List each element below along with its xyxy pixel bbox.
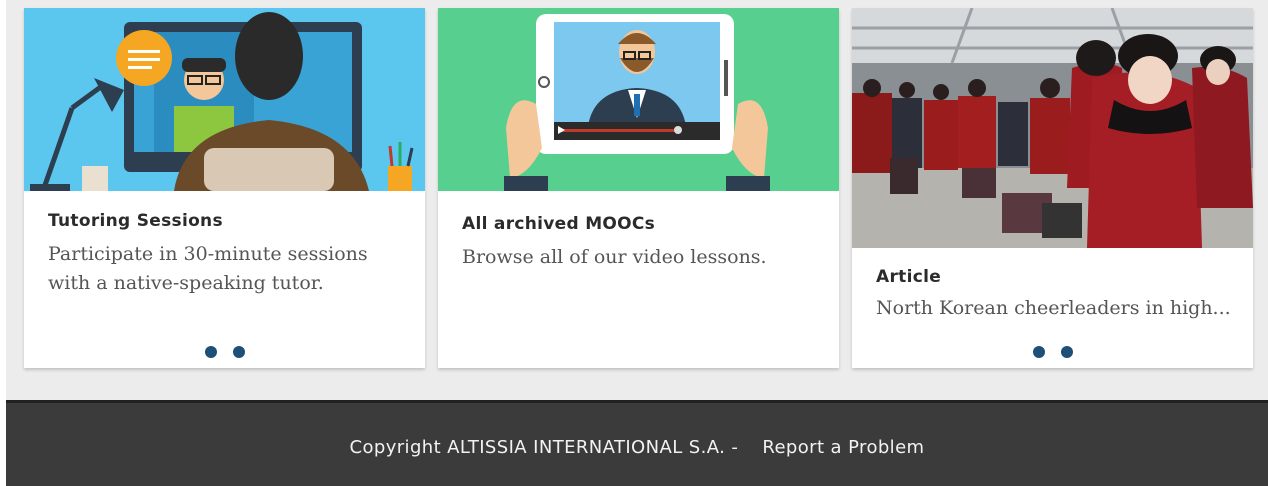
- footer-text: Copyright ALTISSIA INTERNATIONAL S.A. - …: [6, 437, 1268, 458]
- card-description: Participate in 30-minute sessions with a…: [48, 243, 368, 294]
- card-title: Tutoring Sessions: [48, 211, 223, 231]
- card-description: North Korean cheerleaders in high...: [876, 297, 1231, 319]
- tutoring-sessions-card[interactable]: Tutoring Sessions Participate in 30-minu…: [24, 8, 425, 368]
- card-title: Article: [876, 267, 942, 287]
- carousel-dot[interactable]: [204, 346, 217, 358]
- card-title: All archived MOOCs: [462, 214, 656, 234]
- tutoring-illustration: [24, 8, 425, 191]
- copyright-text: Copyright ALTISSIA INTERNATIONAL S.A. -: [349, 437, 739, 458]
- archived-moocs-card[interactable]: All archived MOOCs Browse all of our vid…: [438, 8, 839, 368]
- article-card[interactable]: Article North Korean cheerleaders in hig…: [852, 8, 1253, 368]
- carousel-dots: [24, 345, 425, 363]
- page-footer: Copyright ALTISSIA INTERNATIONAL S.A. - …: [6, 400, 1268, 486]
- article-photo: [852, 8, 1253, 248]
- carousel-dot[interactable]: [1060, 346, 1073, 358]
- carousel-dots: [852, 345, 1253, 363]
- mooc-illustration: [438, 8, 839, 191]
- card-description: Browse all of our video lessons.: [462, 246, 767, 268]
- carousel-dot[interactable]: [1032, 346, 1045, 358]
- report-problem-link[interactable]: Report a Problem: [762, 437, 924, 458]
- carousel-dot[interactable]: [232, 346, 245, 358]
